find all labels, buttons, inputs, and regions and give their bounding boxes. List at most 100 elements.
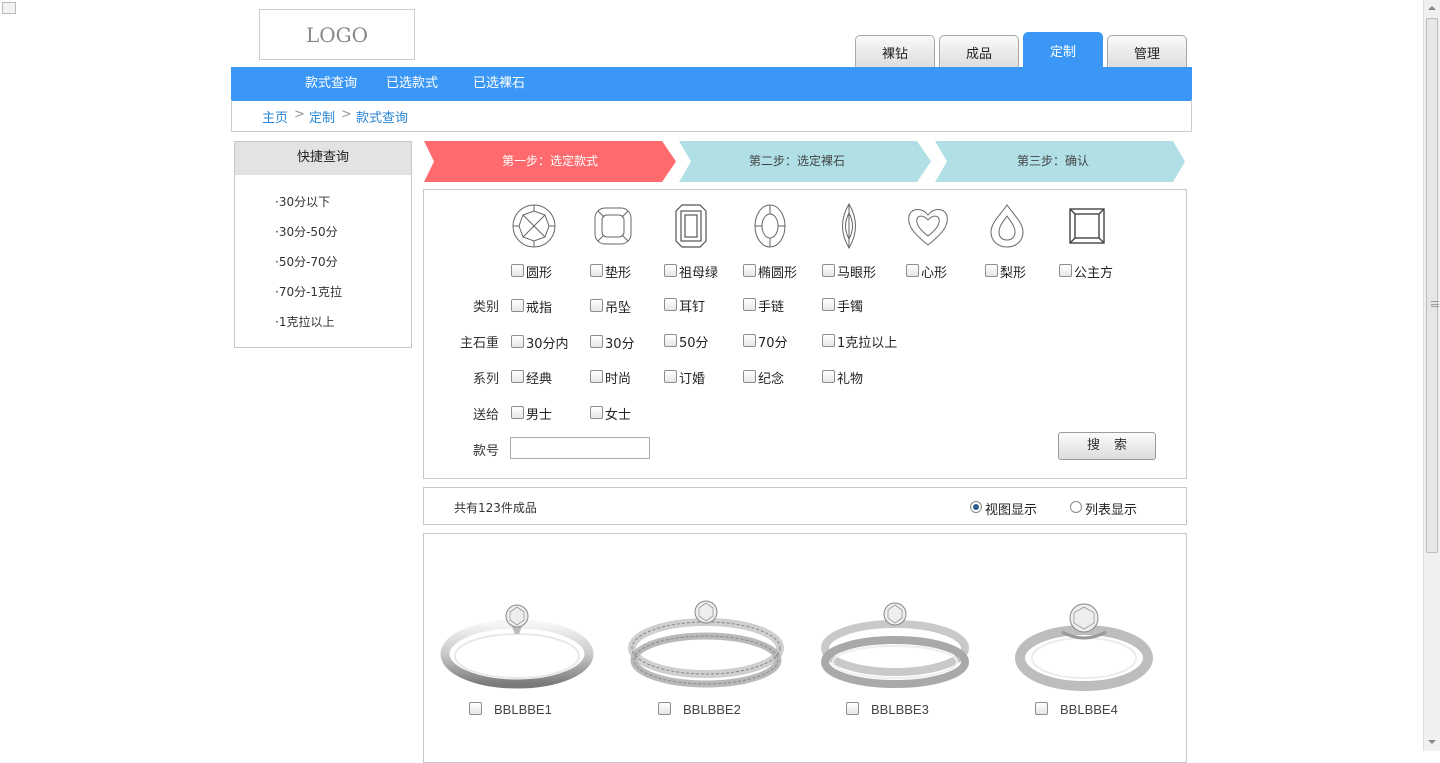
weight-30-checkbox[interactable] bbox=[590, 335, 603, 348]
princess-diamond-icon bbox=[1069, 208, 1105, 244]
nav-selected-styles[interactable]: 已选款式 bbox=[386, 67, 438, 101]
series-gift-checkbox[interactable] bbox=[822, 370, 835, 383]
category-bangle-checkbox[interactable] bbox=[822, 298, 835, 311]
shape-emerald-checkbox[interactable] bbox=[664, 264, 677, 277]
quick-item-under-30[interactable]: ·30分以下 bbox=[275, 193, 330, 210]
sub-navigation: 款式查询 已选款式 已选裸石 bbox=[231, 67, 1192, 101]
weight-70-label: 70分 bbox=[758, 336, 788, 351]
weight-over1ct-label: 1克拉以上 bbox=[837, 336, 898, 351]
shape-round-checkbox[interactable] bbox=[511, 264, 524, 277]
shape-marquise-checkbox[interactable] bbox=[822, 264, 835, 277]
ring-image[interactable] bbox=[817, 592, 973, 696]
weight-50-checkbox[interactable] bbox=[664, 334, 677, 347]
product-select-checkbox[interactable] bbox=[469, 702, 482, 715]
category-bracelet-checkbox[interactable] bbox=[743, 298, 756, 311]
pear-diamond-icon bbox=[990, 204, 1024, 248]
shape-heart-checkbox[interactable] bbox=[906, 264, 919, 277]
ring-image[interactable] bbox=[439, 592, 595, 696]
shape-cushion-label: 垫形 bbox=[605, 266, 632, 281]
category-ring-label: 戒指 bbox=[526, 301, 553, 316]
weight-label: 主石重 bbox=[459, 336, 499, 351]
shape-cushion-checkbox[interactable] bbox=[590, 264, 603, 277]
step-1: 第一步：选定款式 bbox=[424, 141, 676, 182]
quick-item-50-70[interactable]: ·50分-70分 bbox=[275, 253, 338, 270]
quick-item-over-1ct[interactable]: ·1克拉以上 bbox=[275, 313, 334, 330]
product-select-checkbox[interactable] bbox=[1035, 702, 1048, 715]
quick-query-panel: 快捷查询 ·30分以下 ·30分-50分 ·50分-70分 ·70分-1克拉 ·… bbox=[234, 141, 412, 348]
category-earring-label: 耳钉 bbox=[679, 300, 706, 315]
series-classic-checkbox[interactable] bbox=[511, 370, 524, 383]
vertical-scrollbar[interactable] bbox=[1423, 0, 1440, 751]
product-code[interactable]: BBLBBE4 bbox=[1060, 702, 1118, 717]
weight-70-checkbox[interactable] bbox=[743, 334, 756, 347]
nav-style-search[interactable]: 款式查询 bbox=[305, 67, 357, 101]
quick-item-30-50[interactable]: ·30分-50分 bbox=[275, 223, 338, 240]
category-label: 类别 bbox=[472, 300, 499, 315]
quick-item-70-1ct[interactable]: ·70分-1克拉 bbox=[275, 283, 342, 300]
tab-loose-diamond[interactable]: 裸钻 bbox=[855, 35, 935, 68]
round-diamond-icon bbox=[512, 204, 556, 248]
sku-input[interactable] bbox=[510, 437, 650, 459]
result-bar: 共有123件成品 视图显示 列表显示 bbox=[423, 487, 1187, 525]
series-fashion-checkbox[interactable] bbox=[590, 370, 603, 383]
list-view-label: 列表显示 bbox=[1085, 503, 1138, 518]
product-code[interactable]: BBLBBE3 bbox=[871, 702, 929, 717]
grid-view-radio[interactable] bbox=[970, 501, 982, 513]
step-1-label: 第一步：选定款式 bbox=[501, 154, 598, 168]
shape-princess-checkbox[interactable] bbox=[1059, 264, 1072, 277]
emerald-diamond-icon bbox=[675, 204, 707, 248]
category-earring-checkbox[interactable] bbox=[664, 298, 677, 311]
shape-heart-label: 心形 bbox=[921, 266, 948, 281]
category-pendant-label: 吊坠 bbox=[605, 301, 632, 316]
category-ring-checkbox[interactable] bbox=[511, 299, 524, 312]
product-select-checkbox[interactable] bbox=[846, 702, 859, 715]
scroll-up-arrow-icon[interactable] bbox=[1428, 6, 1436, 10]
step-3-label: 第三步：确认 bbox=[1016, 154, 1089, 168]
step-3: 第三步：确认 bbox=[935, 141, 1187, 182]
category-bracelet-label: 手链 bbox=[758, 300, 785, 315]
nav-selected-stones[interactable]: 已选裸石 bbox=[473, 67, 525, 101]
gift-men-checkbox[interactable] bbox=[511, 406, 524, 419]
shape-emerald-label: 祖母绿 bbox=[679, 266, 719, 281]
gift-women-checkbox[interactable] bbox=[590, 406, 603, 419]
series-gift-label: 礼物 bbox=[837, 372, 864, 387]
breadcrumb-custom[interactable]: 定制 bbox=[309, 107, 335, 126]
site-logo: LOGO bbox=[259, 9, 415, 60]
series-fashion-label: 时尚 bbox=[605, 372, 632, 387]
weight-under30-checkbox[interactable] bbox=[511, 335, 524, 348]
step-2: 第二步：选定裸石 bbox=[679, 141, 931, 182]
broken-image-icon bbox=[2, 2, 16, 14]
shape-oval-checkbox[interactable] bbox=[743, 264, 756, 277]
series-memorial-checkbox[interactable] bbox=[743, 370, 756, 383]
gift-men-label: 男士 bbox=[526, 408, 553, 423]
shape-pear-checkbox[interactable] bbox=[985, 264, 998, 277]
product-select-checkbox[interactable] bbox=[658, 702, 671, 715]
breadcrumb-separator: > bbox=[341, 107, 352, 122]
breadcrumb-home[interactable]: 主页 bbox=[262, 107, 288, 126]
series-engagement-checkbox[interactable] bbox=[664, 370, 677, 383]
sku-label: 款号 bbox=[472, 444, 499, 459]
product-code[interactable]: BBLBBE1 bbox=[494, 702, 552, 717]
shape-pear-label: 梨形 bbox=[1000, 266, 1027, 281]
tab-manage[interactable]: 管理 bbox=[1107, 35, 1187, 68]
scroll-down-arrow-icon[interactable] bbox=[1428, 740, 1436, 744]
list-view-radio[interactable] bbox=[1070, 501, 1082, 513]
grip-icon bbox=[1431, 301, 1439, 307]
series-engagement-label: 订婚 bbox=[679, 372, 706, 387]
shape-oval-label: 椭圆形 bbox=[758, 266, 798, 281]
search-button[interactable]: 搜索 bbox=[1058, 432, 1156, 460]
step-2-label: 第二步：选定裸石 bbox=[748, 154, 845, 168]
category-pendant-checkbox[interactable] bbox=[590, 299, 603, 312]
scrollbar-thumb[interactable] bbox=[1426, 18, 1439, 553]
tab-custom[interactable]: 定制 bbox=[1023, 32, 1103, 68]
breadcrumb-current[interactable]: 款式查询 bbox=[356, 107, 408, 126]
oval-diamond-icon bbox=[754, 204, 786, 248]
heart-diamond-icon bbox=[908, 209, 948, 246]
cushion-diamond-icon bbox=[594, 207, 632, 245]
series-memorial-label: 纪念 bbox=[758, 372, 785, 387]
product-code[interactable]: BBLBBE2 bbox=[683, 702, 741, 717]
ring-image[interactable] bbox=[1006, 592, 1162, 696]
weight-over1ct-checkbox[interactable] bbox=[822, 334, 835, 347]
ring-image[interactable] bbox=[628, 592, 784, 696]
tab-finished[interactable]: 成品 bbox=[939, 35, 1019, 68]
